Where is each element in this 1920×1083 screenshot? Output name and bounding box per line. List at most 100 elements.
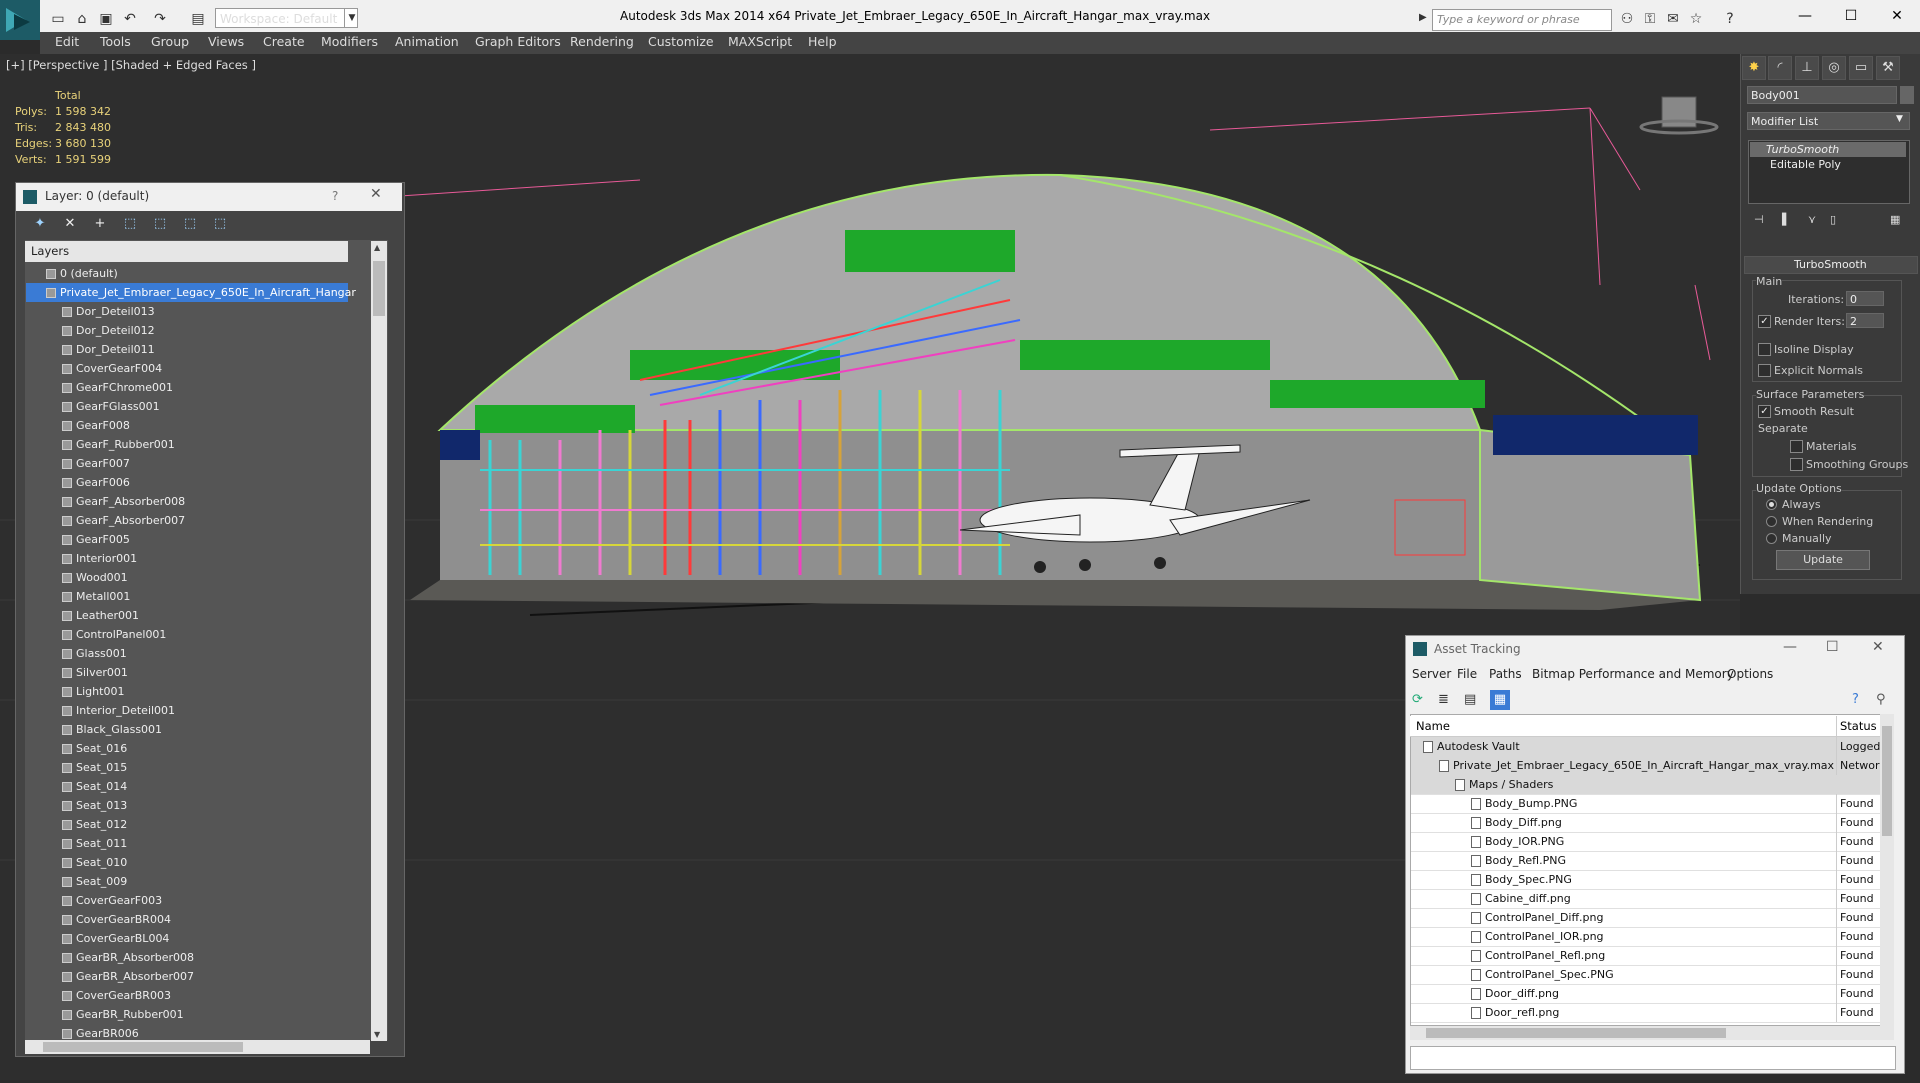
menu-help[interactable]: Help	[808, 34, 837, 49]
help-icon[interactable]: ?	[1852, 692, 1859, 707]
layer-row[interactable]: Seat_014	[26, 777, 348, 796]
layer-row[interactable]: GearFGlass001	[26, 397, 348, 416]
layer-row[interactable]: GearF_Absorber007	[26, 511, 348, 530]
layer-row[interactable]: Seat_013	[26, 796, 348, 815]
menu-create[interactable]: Create	[263, 34, 305, 49]
materials-checkbox[interactable]	[1790, 440, 1803, 453]
asset-menu-paths[interactable]: Paths	[1489, 667, 1522, 681]
layer-row[interactable]: Leather001	[26, 606, 348, 625]
asset-row[interactable]: Body_Diff.png Found	[1411, 813, 1880, 833]
motion-tab-icon[interactable]: ◎	[1822, 56, 1846, 80]
layer-row[interactable]: Seat_015	[26, 758, 348, 777]
highlight-selected-icon[interactable]: ⬚	[150, 216, 170, 234]
asset-row[interactable]: ControlPanel_Spec.PNG Found	[1411, 965, 1880, 985]
asset-row[interactable]: Autodesk Vault Logged	[1411, 737, 1880, 757]
asset-row[interactable]: Door_refl.png Found	[1411, 1003, 1880, 1023]
hide-layers-icon[interactable]: ⬚	[180, 216, 200, 234]
menu-tools[interactable]: Tools	[100, 34, 131, 49]
create-tab-icon[interactable]: ✸	[1742, 56, 1766, 80]
delete-layer-icon[interactable]: ✕	[60, 216, 80, 234]
help-icon[interactable]: ?	[332, 189, 338, 203]
asset-row[interactable]: Cabine_diff.png Found	[1411, 889, 1880, 909]
hscroll-thumb[interactable]	[43, 1042, 243, 1052]
menu-animation[interactable]: Animation	[395, 34, 459, 49]
chevron-down-icon[interactable]: ▼	[1896, 114, 1903, 124]
save-icon[interactable]: ▣	[96, 9, 116, 29]
layer-row[interactable]: Seat_016	[26, 739, 348, 758]
menu-group[interactable]: Group	[151, 34, 189, 49]
scroll-up-icon[interactable]: ▲	[374, 243, 380, 252]
layer-row[interactable]: GearF_Absorber008	[26, 492, 348, 511]
asset-menu-options[interactable]: Options	[1727, 667, 1773, 681]
stack-item-editable-poly[interactable]: Editable Poly	[1770, 158, 1841, 171]
modifier-list-dropdown[interactable]: Modifier List	[1747, 112, 1910, 130]
help-icon[interactable]: ?	[1720, 9, 1740, 29]
object-color-swatch[interactable]	[1900, 86, 1914, 104]
iterations-spinner[interactable]: 0	[1846, 291, 1884, 306]
layer-row[interactable]: GearBR_Absorber007	[26, 967, 348, 986]
layer-row[interactable]: GearFChrome001	[26, 378, 348, 397]
menu-edit[interactable]: Edit	[55, 34, 79, 49]
asset-vertical-scrollbar[interactable]	[1880, 714, 1894, 1026]
redo-icon[interactable]: ↷	[150, 9, 170, 29]
asset-row[interactable]: Body_Refl.PNG Found	[1411, 851, 1880, 871]
when-rendering-radio[interactable]	[1766, 516, 1777, 527]
search-input[interactable]: Type a keyword or phrase	[1432, 9, 1612, 31]
maximize-button[interactable]: ☐	[1826, 639, 1839, 655]
always-radio[interactable]	[1766, 499, 1777, 510]
asset-horizontal-scrollbar[interactable]	[1410, 1026, 1894, 1040]
layer-row[interactable]: Metall001	[26, 587, 348, 606]
communication-icon[interactable]: ✉	[1663, 9, 1683, 29]
show-end-result-icon[interactable]: ▌	[1782, 213, 1790, 226]
display-tab-icon[interactable]: ▭	[1849, 56, 1873, 80]
layer-row[interactable]: GearBR_Absorber008	[26, 948, 348, 967]
layer-row[interactable]: GearF008	[26, 416, 348, 435]
viewport-label[interactable]: [+] [Perspective ] [Shaded + Edged Faces…	[6, 58, 256, 72]
scroll-down-icon[interactable]: ▼	[374, 1030, 380, 1039]
layer-row[interactable]: Private_Jet_Embraer_Legacy_650E_In_Aircr…	[26, 283, 356, 302]
table-view-icon[interactable]: ▦	[1490, 690, 1510, 710]
select-objects-icon[interactable]: ⬚	[120, 216, 140, 234]
layer-row[interactable]: Black_Glass001	[26, 720, 348, 739]
asset-row[interactable]: Body_IOR.PNG Found	[1411, 832, 1880, 852]
favorites-star-icon[interactable]: ☆	[1686, 9, 1706, 29]
chevron-down-icon[interactable]: ▼	[344, 8, 359, 28]
layers-column-header[interactable]: Layers	[25, 241, 348, 262]
close-button[interactable]: ✕	[1874, 0, 1920, 32]
layer-row[interactable]: CoverGearBR003	[26, 986, 348, 1005]
asset-menu-server[interactable]: Server	[1412, 667, 1451, 681]
layer-row[interactable]: GearBR_Rubber001	[26, 1005, 348, 1024]
open-file-icon[interactable]: ⌂	[72, 9, 92, 29]
layer-row[interactable]: Glass001	[26, 644, 348, 663]
layer-row[interactable]: 0 (default)	[26, 264, 348, 283]
pin-stack-icon[interactable]: ⊣	[1754, 213, 1764, 226]
layer-row[interactable]: Seat_012	[26, 815, 348, 834]
layer-row[interactable]: Interior_Deteil001	[26, 701, 348, 720]
menu-views[interactable]: Views	[208, 34, 244, 49]
isoline-checkbox[interactable]	[1758, 343, 1771, 356]
remove-modifier-icon[interactable]: ▯	[1830, 213, 1836, 226]
undo-icon[interactable]: ↶	[120, 9, 140, 29]
pin-icon[interactable]: ⚲	[1876, 692, 1886, 707]
minimize-button[interactable]: —	[1782, 0, 1828, 32]
layer-row[interactable]: Dor_Deteil013	[26, 302, 348, 321]
app-logo-icon[interactable]	[0, 0, 40, 40]
workspace-dropdown[interactable]: Workspace: Default	[215, 8, 358, 28]
list-view-icon[interactable]: ≣	[1438, 692, 1449, 707]
object-name-field[interactable]: Body001	[1747, 86, 1897, 104]
configure-sets-icon[interactable]: ▦	[1890, 213, 1900, 226]
render-iters-checkbox[interactable]: ✓	[1758, 315, 1771, 328]
key-icon[interactable]: ⚿	[1640, 9, 1660, 29]
thumbnail-view-icon[interactable]: ▤	[1464, 692, 1476, 707]
hscroll-thumb[interactable]	[1426, 1028, 1726, 1038]
asset-row[interactable]: ControlPanel_Refl.png Found	[1411, 946, 1880, 966]
hierarchy-tab-icon[interactable]: ⊥	[1795, 56, 1819, 80]
column-header-name[interactable]: Name	[1416, 719, 1450, 733]
vertical-scrollbar[interactable]: ▲ ▼	[371, 241, 387, 1041]
asset-menu-file[interactable]: File	[1457, 667, 1477, 681]
layer-row[interactable]: CoverGearBR004	[26, 910, 348, 929]
close-icon[interactable]: ✕	[370, 186, 382, 202]
asset-path-field[interactable]	[1410, 1046, 1896, 1070]
asset-row[interactable]: Private_Jet_Embraer_Legacy_650E_In_Aircr…	[1411, 756, 1880, 776]
layer-row[interactable]: GearF006	[26, 473, 348, 492]
